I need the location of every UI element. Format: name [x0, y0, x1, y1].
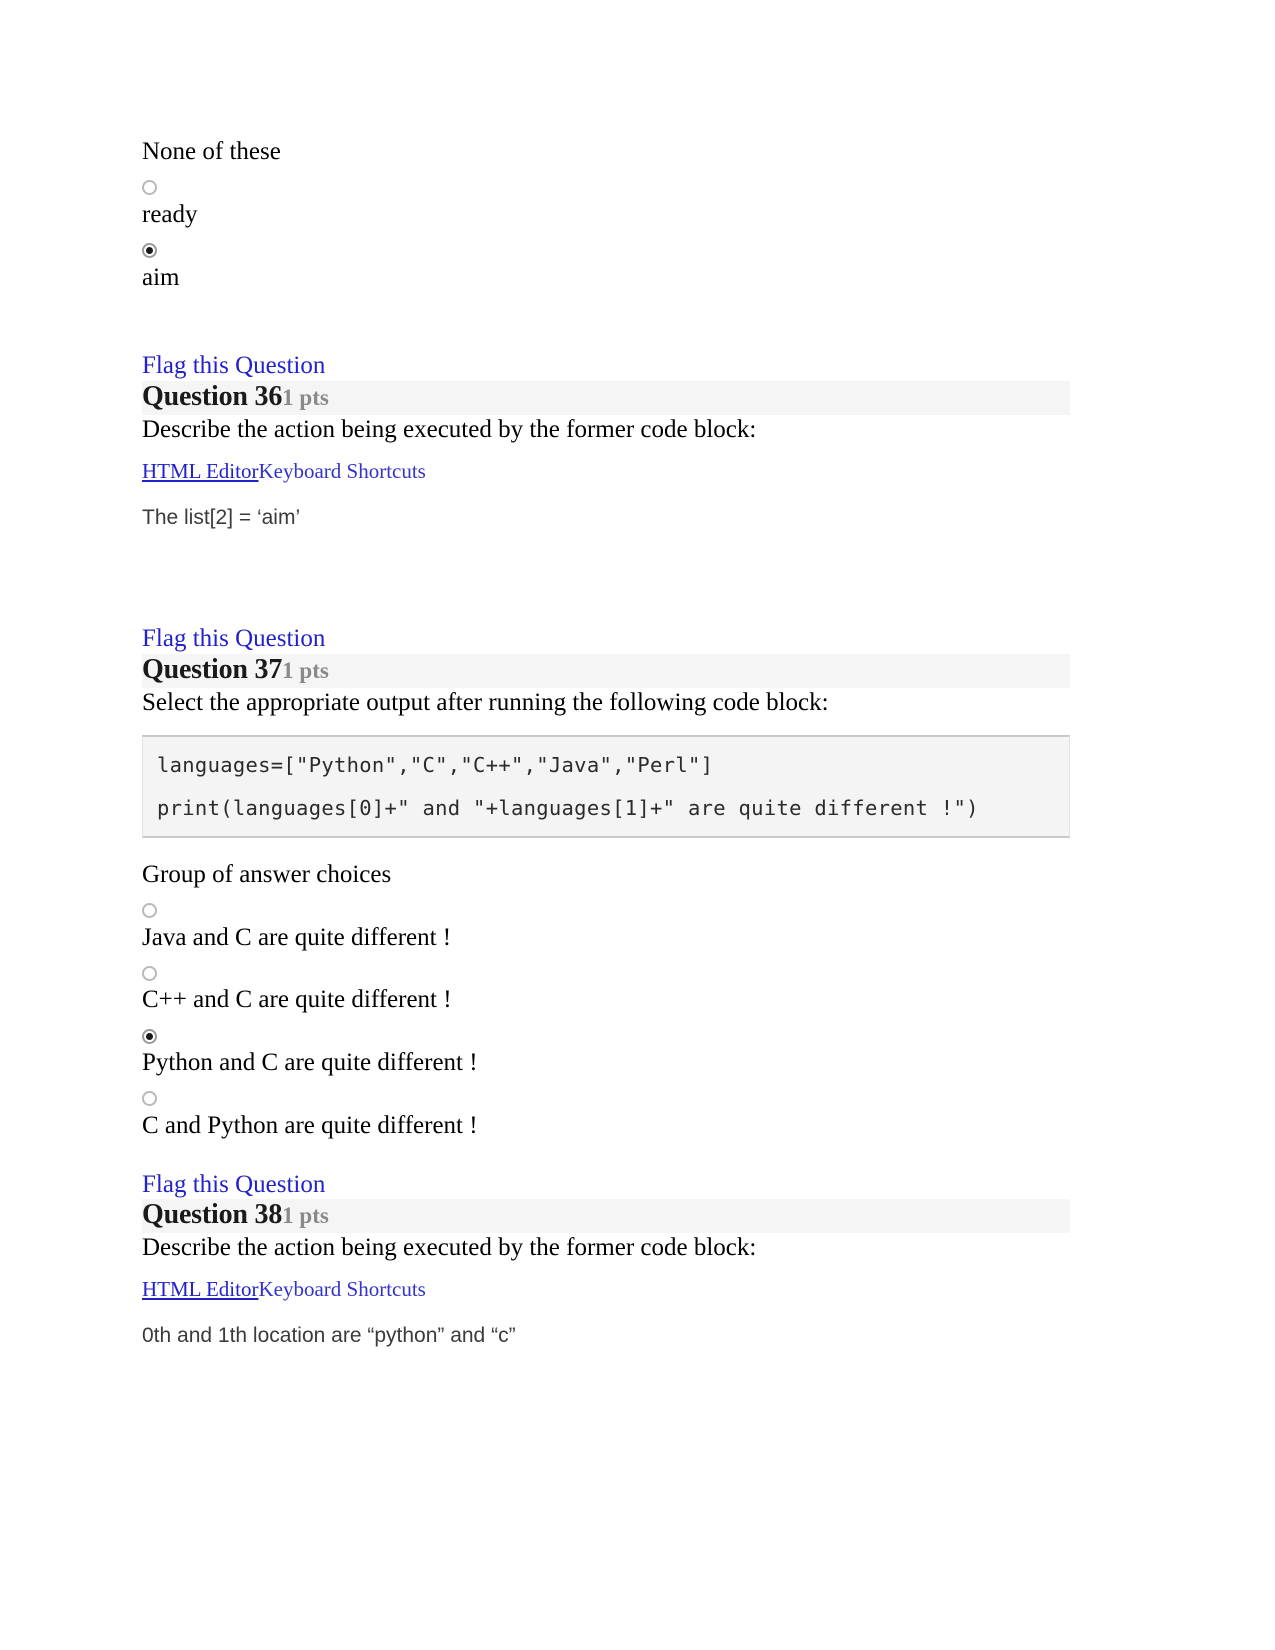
choice-label-ready: ready [142, 200, 198, 228]
question-prompt-37: Select the appropriate output after runn… [142, 688, 829, 716]
html-editor-link-36[interactable]: HTML Editor [142, 459, 258, 483]
choice-label-1: Java and C are quite different ! [142, 923, 452, 951]
question-block-36: Flag this Question Question 36 1 pts Des… [142, 352, 1087, 530]
choice-label-aim: aim [142, 263, 180, 291]
keyboard-shortcuts-link-36[interactable]: Keyboard Shortcuts [258, 459, 425, 483]
answer-response-38[interactable]: 0th and 1th location are “python” and “c… [142, 1323, 1087, 1348]
radio-row-aim[interactable] [142, 238, 1087, 264]
flag-this-question-link-36[interactable]: Flag this Question [142, 352, 325, 381]
question-block-38: Flag this Question Question 38 1 pts Des… [142, 1171, 1087, 1349]
choice-label-3: Python and C are quite different ! [142, 1049, 478, 1077]
question-number-36: Question 36 [142, 381, 283, 412]
radio-button-ready[interactable] [142, 180, 157, 196]
radio-row-ready[interactable] [142, 175, 1087, 201]
question-points-37: 1 pts [282, 657, 329, 683]
question-points-36: 1 pts [282, 385, 329, 410]
quiz-content: None of these ready aim Flag this Questi… [142, 138, 1087, 1348]
code-line-1: languages=["Python","C","C++","Java","Pe… [157, 753, 714, 778]
radio-row-choice-3[interactable] [142, 1023, 1087, 1049]
html-editor-link-38[interactable]: HTML Editor [142, 1277, 258, 1301]
keyboard-shortcuts-link-38[interactable]: Keyboard Shortcuts [258, 1277, 425, 1301]
editor-links-36: HTML EditorKeyboard Shortcuts [142, 459, 1087, 483]
answer-response-36[interactable]: The list[2] = ‘aim’ [142, 505, 1087, 530]
choice-label-4: C and Python are quite different ! [142, 1111, 478, 1139]
radio-row-choice-2[interactable] [142, 960, 1087, 986]
editor-links-38: HTML EditorKeyboard Shortcuts [142, 1277, 1087, 1301]
question-header-36: Question 36 1 pts [142, 381, 1070, 415]
radio-button-choice-3[interactable] [142, 1028, 157, 1044]
radio-row-choice-1[interactable] [142, 898, 1087, 924]
choice-label-2: C++ and C are quite different ! [142, 986, 452, 1014]
radio-button-choice-4[interactable] [142, 1091, 157, 1107]
radio-row-choice-4[interactable] [142, 1086, 1087, 1112]
choice-label-none-of-these: None of these [142, 138, 281, 165]
question-header-38: Question 38 1 pts [142, 1199, 1070, 1234]
group-of-answer-choices-label: Group of answer choices [142, 861, 392, 889]
flag-this-question-link-37[interactable]: Flag this Question [142, 625, 325, 654]
radio-button-choice-2[interactable] [142, 965, 157, 981]
flag-this-question-link-38[interactable]: Flag this Question [142, 1171, 325, 1200]
previous-question-choices: None of these ready aim [142, 138, 1087, 292]
question-prompt-36: Describe the action being executed by th… [142, 416, 757, 443]
question-number-38: Question 38 [142, 1199, 283, 1231]
question-prompt-38: Describe the action being executed by th… [142, 1234, 757, 1262]
question-block-37: Flag this Question Question 37 1 pts Sel… [142, 625, 1087, 1141]
code-line-2: print(languages[0]+" and "+languages[1]+… [157, 795, 979, 820]
code-block-37: languages=["Python","C","C++","Java","Pe… [142, 735, 1070, 839]
question-points-38: 1 pts [282, 1203, 329, 1229]
radio-button-choice-1[interactable] [142, 903, 157, 919]
question-number-37: Question 37 [142, 653, 283, 685]
question-header-37: Question 37 1 pts [142, 653, 1070, 688]
quiz-page: None of these ready aim Flag this Questi… [0, 0, 1275, 1650]
radio-button-aim[interactable] [142, 243, 157, 258]
